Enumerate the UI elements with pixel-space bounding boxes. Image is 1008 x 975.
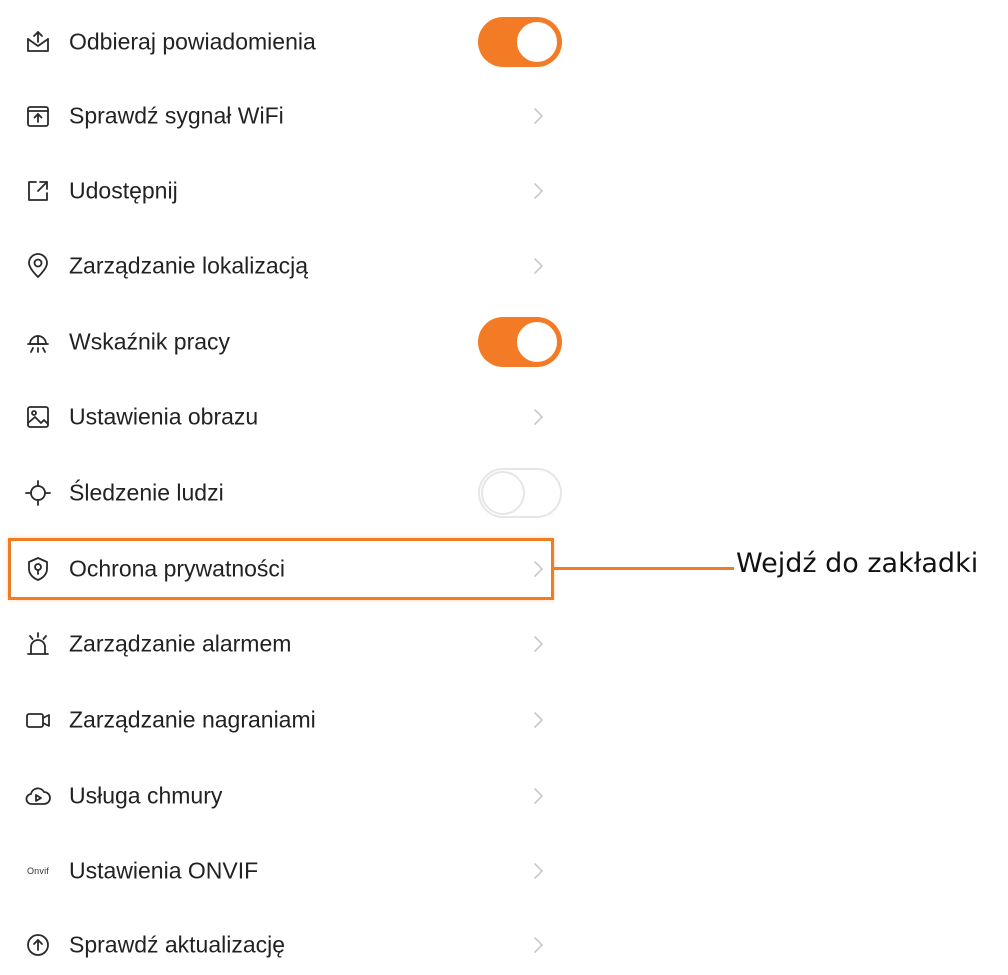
settings-row-label: Odbieraj powiadomienia <box>69 28 316 55</box>
highlight-box <box>8 538 554 600</box>
work-indicator-lamp-icon <box>24 328 52 356</box>
settings-row-onvif[interactable]: Onvif Ustawienia ONVIF <box>0 841 580 901</box>
settings-row-image-settings[interactable]: Ustawienia obrazu <box>0 387 580 447</box>
toggle-knob <box>481 471 525 515</box>
settings-row-alarm-management[interactable]: Zarządzanie alarmem <box>0 614 580 674</box>
settings-row-people-tracking[interactable]: Śledzenie ludzi <box>0 463 580 523</box>
alarm-siren-icon <box>24 630 52 658</box>
settings-row-label: Wskaźnik pracy <box>69 328 231 355</box>
video-camera-icon <box>24 706 52 734</box>
settings-row-location[interactable]: Zarządzanie lokalizacją <box>0 236 580 296</box>
chevron-right-icon <box>530 255 546 277</box>
settings-row-wifi-signal[interactable]: Sprawdź sygnał WiFi <box>0 86 580 146</box>
chevron-right-icon <box>530 633 546 655</box>
chevron-right-icon <box>530 934 546 956</box>
settings-row-label: Ustawienia ONVIF <box>69 857 259 884</box>
settings-row-label: Ustawienia obrazu <box>69 403 259 430</box>
settings-row-label: Usługa chmury <box>69 782 223 809</box>
chevron-right-icon <box>530 860 546 882</box>
toggle-knob <box>515 20 559 64</box>
settings-row-label: Sprawdź aktualizację <box>69 931 286 958</box>
cloud-play-icon <box>24 782 52 810</box>
settings-row-share[interactable]: Udostępnij <box>0 161 580 221</box>
callout-line <box>554 567 734 570</box>
settings-row-label: Śledzenie ludzi <box>69 479 224 506</box>
settings-row-label: Sprawdź sygnał WiFi <box>69 102 284 129</box>
chevron-right-icon <box>530 180 546 202</box>
update-arrow-circle-icon <box>24 931 52 959</box>
settings-row-work-indicator[interactable]: Wskaźnik pracy <box>0 312 580 372</box>
settings-row-label: Zarządzanie lokalizacją <box>69 252 309 279</box>
settings-row-check-update[interactable]: Sprawdź aktualizację <box>0 915 580 975</box>
people-tracking-toggle[interactable] <box>478 468 562 518</box>
callout-text: Wejdź do zakładki <box>736 548 979 579</box>
crosshair-icon <box>24 479 52 507</box>
notification-inbox-icon <box>24 28 52 56</box>
onvif-logo-icon: Onvif <box>26 866 49 876</box>
chevron-right-icon <box>530 709 546 731</box>
notifications-toggle[interactable] <box>478 17 562 67</box>
settings-row-label: Zarządzanie nagraniami <box>69 706 316 733</box>
settings-row-recordings[interactable]: Zarządzanie nagraniami <box>0 690 580 750</box>
chevron-right-icon <box>530 406 546 428</box>
location-pin-icon <box>24 252 52 280</box>
settings-row-label: Zarządzanie alarmem <box>69 630 292 657</box>
image-icon <box>24 403 52 431</box>
wifi-signal-box-icon <box>24 102 52 130</box>
chevron-right-icon <box>530 105 546 127</box>
work-indicator-toggle[interactable] <box>478 317 562 367</box>
chevron-right-icon <box>530 785 546 807</box>
settings-row-label: Udostępnij <box>69 177 178 204</box>
share-icon <box>24 177 52 205</box>
settings-row-notifications[interactable]: Odbieraj powiadomienia <box>0 12 580 72</box>
settings-row-cloud-service[interactable]: Usługa chmury <box>0 766 580 826</box>
toggle-knob <box>515 320 559 364</box>
